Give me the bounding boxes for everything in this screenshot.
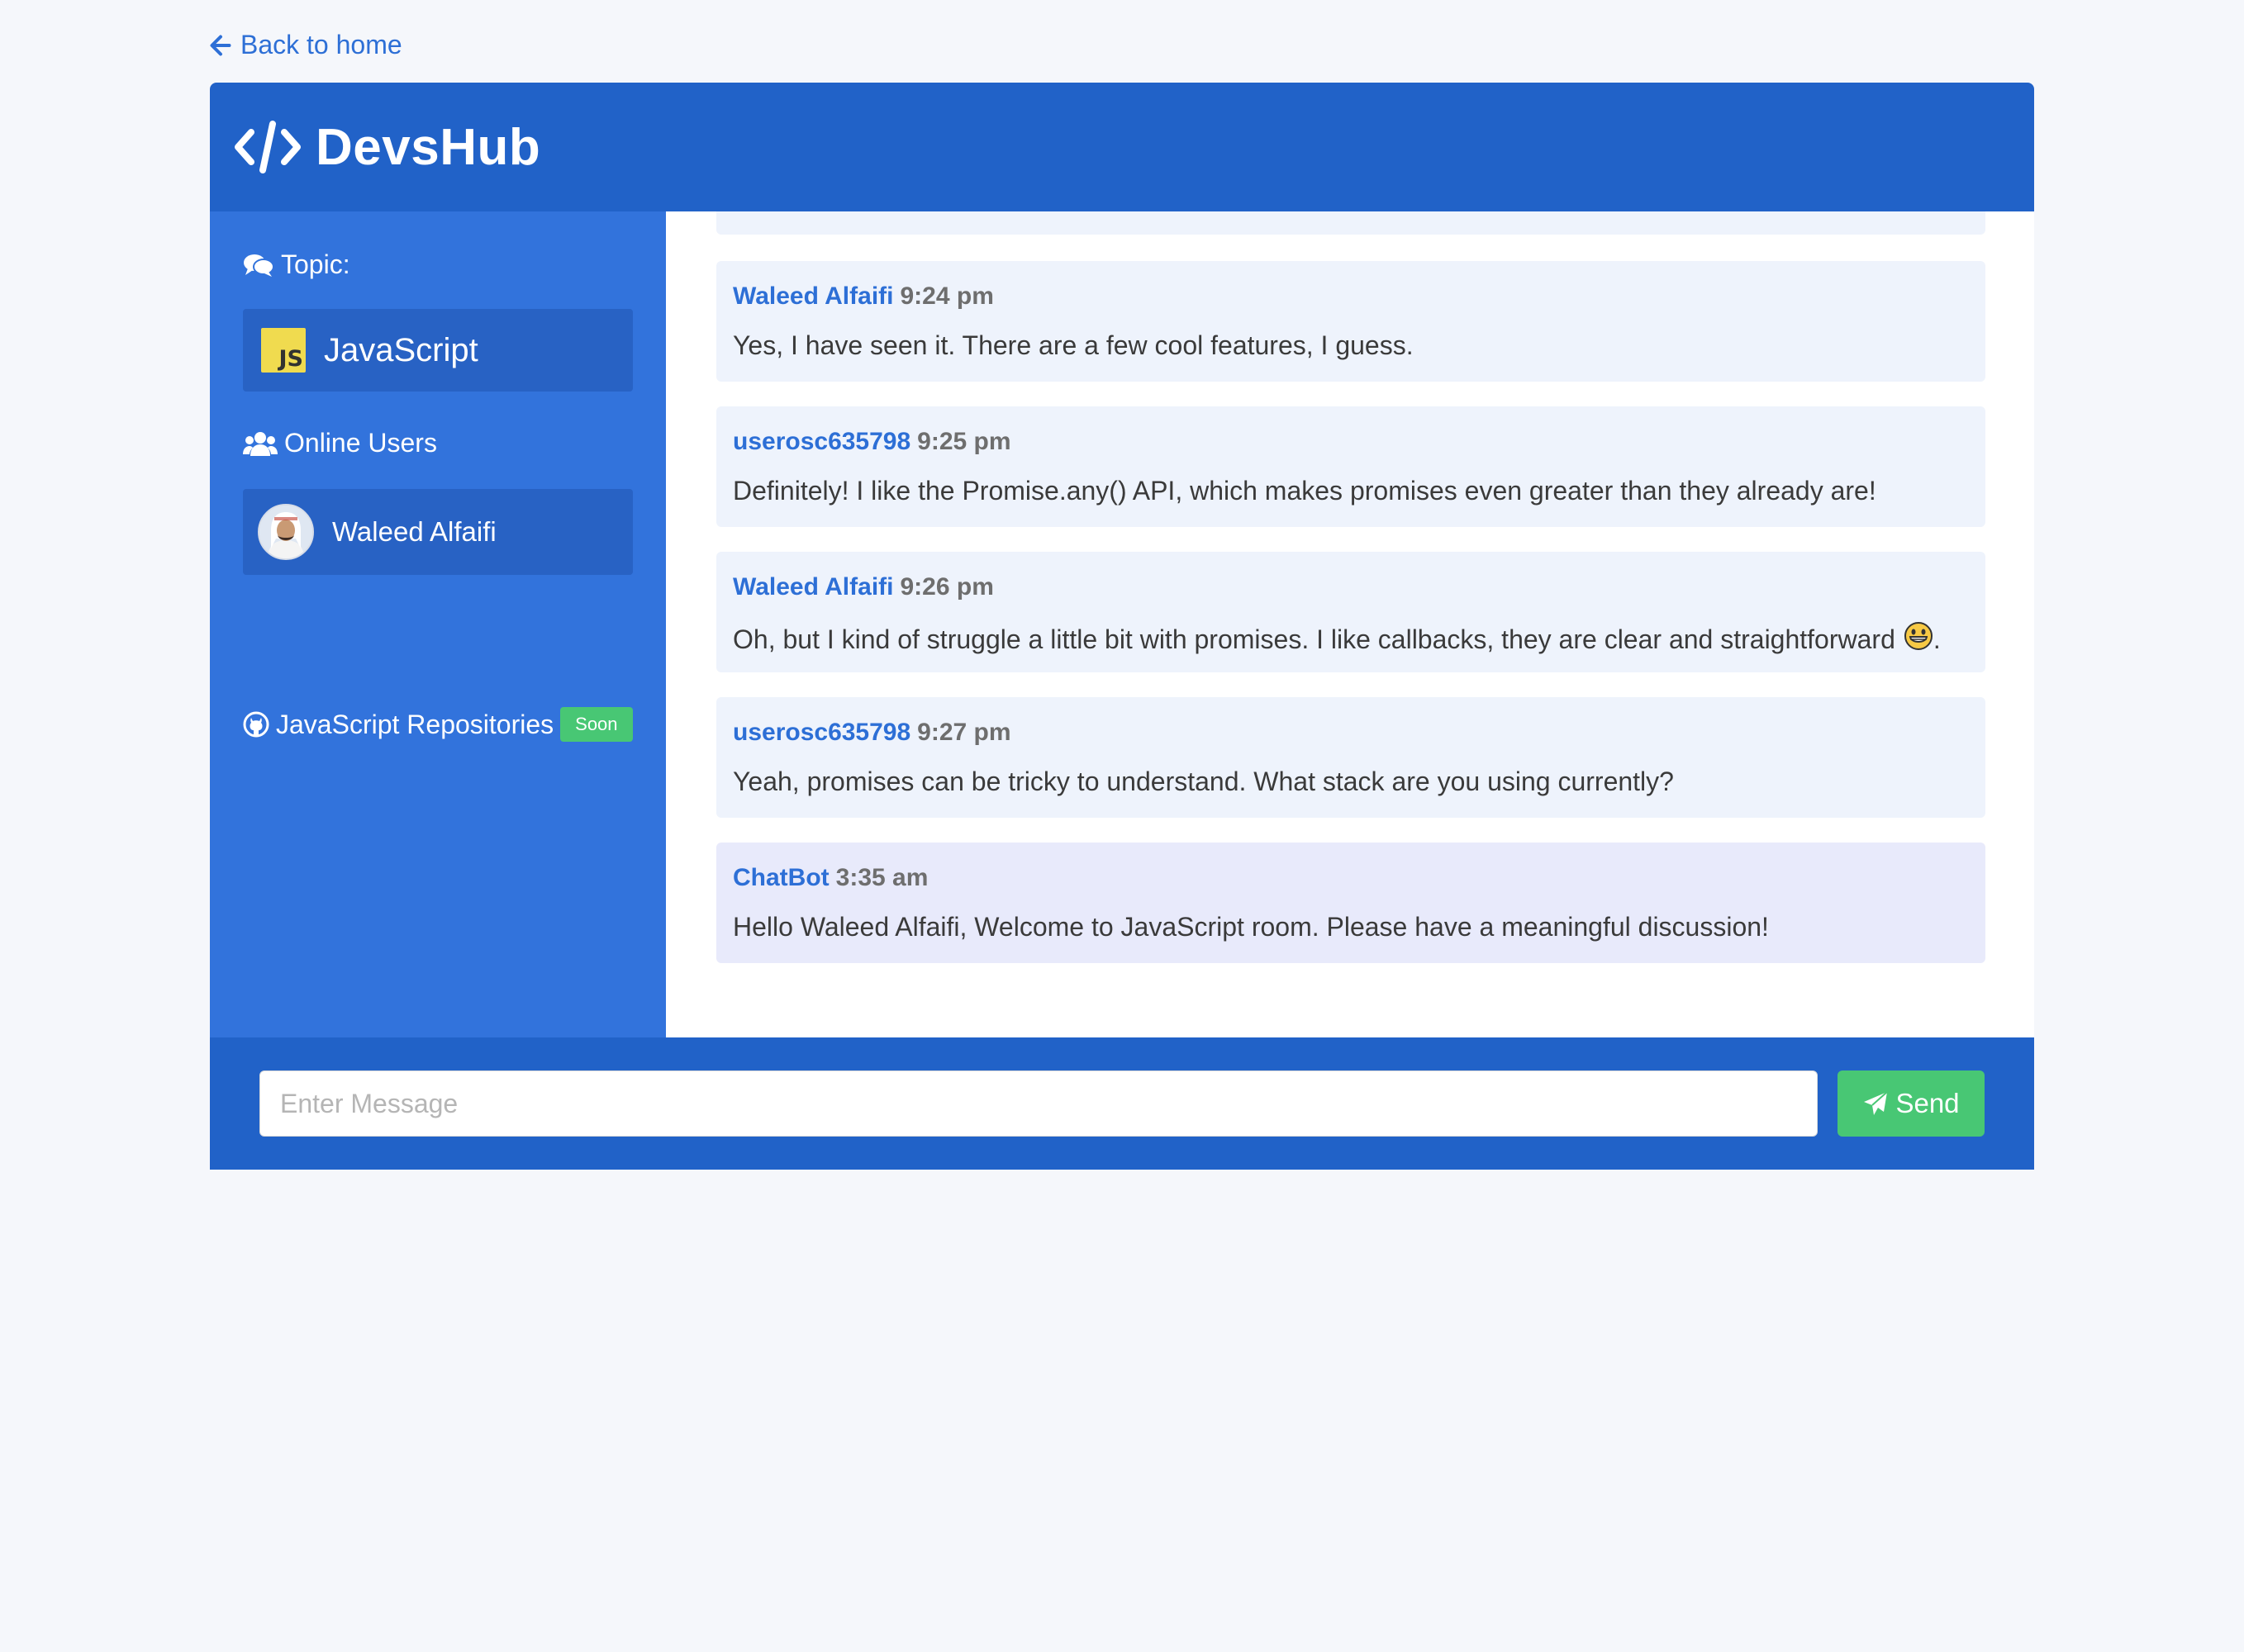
topic-card: JS JavaScript xyxy=(243,309,633,392)
message-input[interactable] xyxy=(259,1070,1818,1137)
repositories-link[interactable]: JavaScript Repositories Soon xyxy=(243,707,633,742)
topic-name: JavaScript xyxy=(324,331,478,368)
send-button[interactable]: Send xyxy=(1838,1070,1985,1137)
soon-badge: Soon xyxy=(560,707,633,742)
message-author[interactable]: userosc635798 xyxy=(733,719,910,746)
code-icon xyxy=(235,121,301,173)
message-time: 9:26 pm xyxy=(900,573,994,601)
message-time: 9:24 pm xyxy=(900,282,994,310)
message-item: Waleed Alfaifi 9:24 pm Yes, I have seen i… xyxy=(716,261,1985,382)
back-to-home-label: Back to home xyxy=(240,30,402,59)
message-text: Definitely! I like the Promise.any() API… xyxy=(733,476,1876,506)
message-text: Hello Waleed Alfaifi, Welcome to JavaScr… xyxy=(733,912,1769,942)
message-text-suffix: . xyxy=(1933,624,1941,654)
bot-message-item: ChatBot 3:35 am Hello Waleed Alfaifi, Wel… xyxy=(716,843,1985,963)
message-item: userosc635798 9:27 pm Yeah, promises can … xyxy=(716,697,1985,818)
online-user-item[interactable]: Waleed Alfaifi xyxy=(243,489,633,575)
brand-name: DevsHub xyxy=(316,118,541,176)
message-item: Waleed Alfaifi 9:26 pm Oh, but I kind of … xyxy=(716,552,1985,672)
message-text: Oh, but I kind of struggle a little bit … xyxy=(733,624,1895,654)
message-item: userosc635798 9:25 pm Definitely! I like … xyxy=(716,406,1985,527)
message-text: Yeah, promises can be tricky to understa… xyxy=(733,767,1674,796)
grinning-face-icon xyxy=(1904,621,1933,657)
send-button-label: Send xyxy=(1895,1088,1960,1118)
app-header: DevsHub xyxy=(210,83,2034,211)
message-author[interactable]: Waleed Alfaifi xyxy=(733,573,893,601)
message-item xyxy=(716,211,1985,235)
online-users-label: Online Users xyxy=(284,428,437,458)
arrow-left-icon xyxy=(210,35,231,55)
message-time: 9:27 pm xyxy=(917,719,1011,746)
message-text-row: Oh, but I kind of struggle a little bit … xyxy=(733,621,1941,657)
message-time: 9:25 pm xyxy=(917,428,1011,455)
message-author[interactable]: userosc635798 xyxy=(733,428,910,455)
topic-heading-label: Topic: xyxy=(281,249,350,279)
users-icon xyxy=(243,431,278,456)
message-text: Yes, I have seen it. There are a few coo… xyxy=(733,330,1414,360)
paper-plane-icon xyxy=(1864,1091,1889,1115)
back-to-home-link[interactable]: Back to home xyxy=(209,30,402,60)
message-author[interactable]: Waleed Alfaifi xyxy=(733,282,893,310)
message-composer: Send xyxy=(210,1037,2034,1170)
sidebar: Topic: JS JavaScript Online Users Waleed… xyxy=(210,211,666,1037)
online-users-heading: Online Users xyxy=(243,428,437,458)
online-user-name: Waleed Alfaifi xyxy=(332,516,497,547)
topic-heading: Topic: xyxy=(243,249,350,280)
github-icon xyxy=(243,711,269,738)
comments-icon xyxy=(244,254,274,277)
chat-messages[interactable]: Waleed Alfaifi 9:24 pm Yes, I have seen i… xyxy=(666,211,2034,1037)
avatar xyxy=(258,504,314,560)
repositories-label: JavaScript Repositories xyxy=(276,709,554,739)
javascript-logo-icon: JS xyxy=(261,328,306,373)
chat-app: DevsHub Topic: JS JavaScript Online User… xyxy=(210,83,2034,1170)
message-time: 3:35 am xyxy=(835,864,929,891)
message-author[interactable]: ChatBot xyxy=(733,864,830,891)
